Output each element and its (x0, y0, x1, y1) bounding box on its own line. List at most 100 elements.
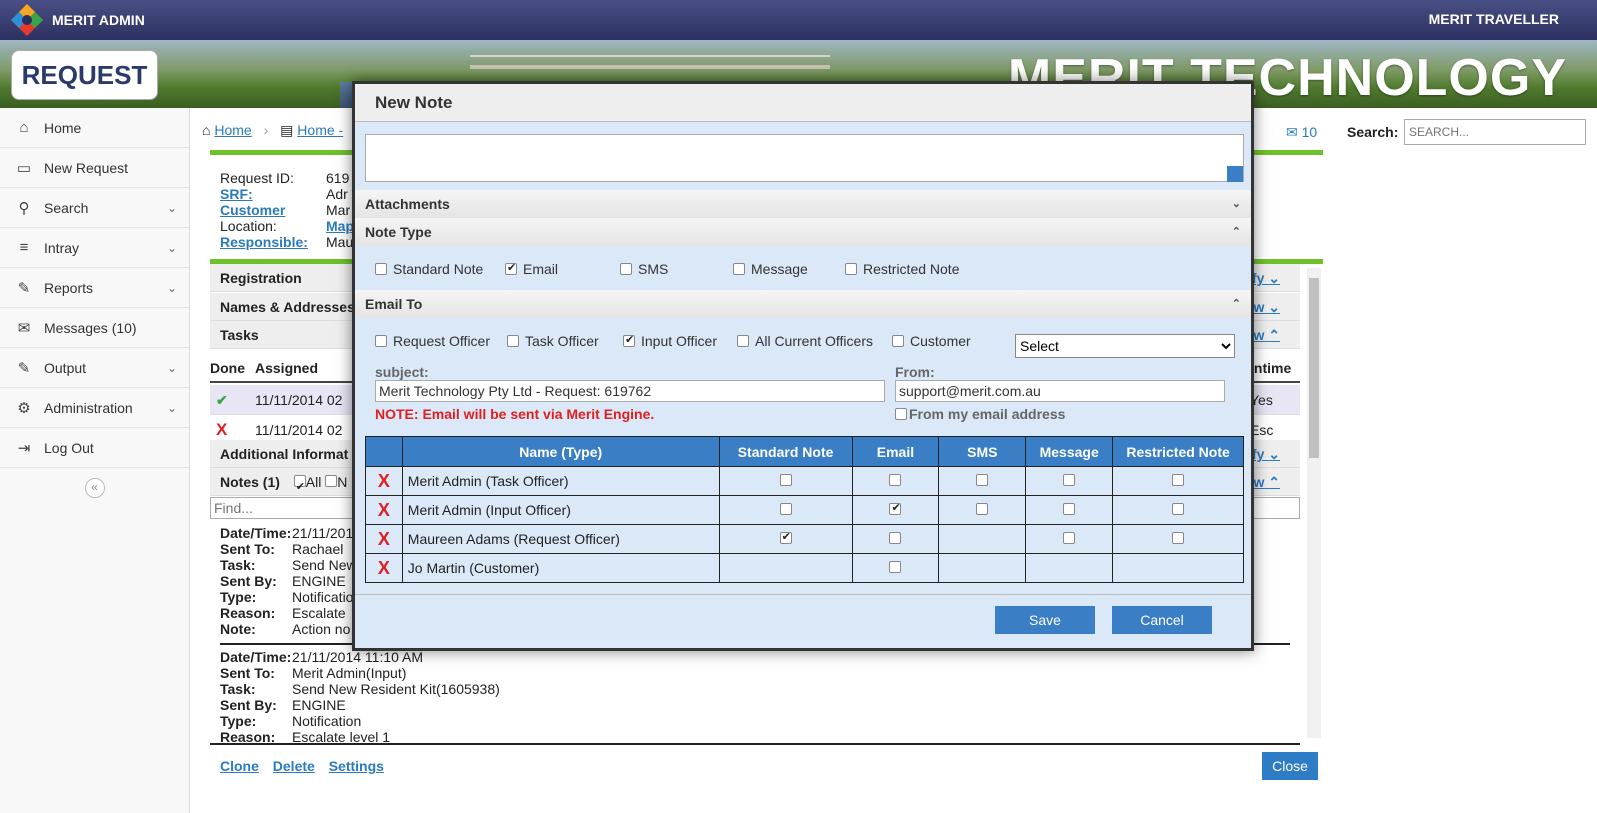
recipient-cell (938, 553, 1027, 583)
email-to-header[interactable]: Email To ⌃ (355, 290, 1251, 318)
chevron-up-icon: ⌃ (1231, 226, 1241, 238)
save-button[interactable]: Save (995, 606, 1095, 634)
recipient-cell (1025, 495, 1114, 525)
recipient-checkbox[interactable] (779, 503, 792, 515)
recipient-cell (718, 524, 853, 554)
checkbox-label: Request Officer (393, 333, 491, 349)
recipient-checkbox[interactable] (1063, 474, 1076, 486)
email-to-request-officer[interactable]: Request Officer (375, 333, 490, 349)
note-type-standard-note[interactable]: Standard Note (375, 261, 483, 277)
email-to-task-officer[interactable]: Task Officer (507, 333, 599, 349)
recipient-checkbox[interactable] (1063, 532, 1076, 544)
recipients-col-header: Restricted Note (1112, 436, 1244, 467)
recipient-name: Jo Martin (Customer) (401, 553, 720, 583)
email-to-input-officer[interactable]: Input Officer (623, 333, 717, 349)
note-type-restricted-note[interactable]: Restricted Note (845, 261, 959, 277)
checkbox-label: Standard Note (393, 261, 484, 277)
recipient-checkbox[interactable] (889, 501, 902, 515)
recipient-checkbox[interactable] (779, 530, 792, 544)
chevron-down-icon: ⌄ (1231, 198, 1241, 210)
checkbox[interactable] (375, 263, 387, 275)
modal-overlay: New Note Attachments ⌄ Note Type ⌃ Standar… (0, 0, 1597, 813)
checkbox-label: Restricted Note (863, 261, 960, 277)
note-type-message[interactable]: Message (733, 261, 808, 277)
checkbox[interactable] (845, 263, 857, 275)
recipient-checkbox[interactable] (976, 503, 989, 515)
recipient-checkbox[interactable] (779, 474, 792, 486)
note-type-title: Note Type (365, 224, 432, 240)
checkbox-label: Email (523, 261, 559, 277)
checkbox[interactable] (507, 335, 519, 347)
note-type-header[interactable]: Note Type ⌃ (355, 218, 1251, 246)
checkbox[interactable] (375, 335, 387, 347)
recipient-cell (718, 466, 853, 496)
recipient-cell (851, 553, 940, 583)
note-type-sms[interactable]: SMS (620, 261, 668, 277)
recipient-checkbox[interactable] (1172, 532, 1185, 544)
attachments-title: Attachments (365, 196, 450, 212)
checkbox-label: Message (751, 261, 808, 277)
subject-label: subject: (375, 364, 429, 380)
recipient-cell (1112, 553, 1244, 583)
from-mine-option[interactable]: From my email address (895, 406, 1065, 422)
email-to-title: Email To (365, 296, 423, 312)
recipient-checkbox[interactable] (889, 532, 902, 544)
recipient-cell (851, 495, 940, 525)
recipient-cell (1112, 466, 1244, 496)
officer-select[interactable]: Select (1015, 334, 1235, 358)
recipient-cell (718, 495, 853, 525)
subject-input[interactable] (375, 380, 885, 402)
table-row: X Maureen Adams (Request Officer) (365, 524, 1244, 554)
checkbox-label: SMS (638, 261, 669, 277)
modal-title: New Note (355, 84, 1251, 122)
from-mine-checkbox[interactable] (895, 408, 907, 420)
recipient-checkbox[interactable] (1172, 503, 1185, 515)
recipient-checkbox[interactable] (889, 561, 902, 573)
remove-recipient-icon[interactable]: X (365, 495, 403, 525)
recipient-cell (1112, 495, 1244, 525)
recipient-cell (1025, 524, 1114, 554)
email-to-customer[interactable]: Customer (892, 333, 971, 349)
recipients-col-header (365, 436, 403, 467)
recipient-cell (938, 524, 1027, 554)
recipient-cell (1025, 553, 1114, 583)
recipients-col-header: SMS (938, 436, 1027, 467)
cancel-button[interactable]: Cancel (1112, 606, 1212, 634)
checkbox[interactable] (620, 263, 632, 275)
recipient-checkbox[interactable] (976, 474, 989, 486)
from-input[interactable] (895, 380, 1225, 402)
recipients-col-header: Email (851, 436, 940, 467)
checkbox[interactable] (733, 263, 745, 275)
note-type-email[interactable]: Email (505, 261, 558, 277)
recipient-checkbox[interactable] (889, 474, 902, 486)
from-mine-label: From my email address (909, 406, 1066, 422)
recipient-cell (851, 524, 940, 554)
recipient-cell (718, 553, 853, 583)
checkbox[interactable] (737, 335, 749, 347)
table-row: X Merit Admin (Input Officer) (365, 495, 1244, 525)
checkbox-label: Input Officer (641, 333, 718, 349)
remove-recipient-icon[interactable]: X (365, 553, 403, 583)
recipient-cell (938, 495, 1027, 525)
remove-recipient-icon[interactable]: X (365, 466, 403, 496)
checkbox[interactable] (505, 261, 517, 275)
attachments-header[interactable]: Attachments ⌄ (355, 190, 1251, 218)
checkbox[interactable] (892, 335, 904, 347)
checkbox-label: All Current Officers (755, 333, 873, 349)
recipient-cell (1025, 466, 1114, 496)
table-row: X Jo Martin (Customer) (365, 553, 1244, 583)
recipient-checkbox[interactable] (1172, 474, 1185, 486)
recipient-cell (938, 466, 1027, 496)
note-text-input[interactable] (365, 134, 1244, 182)
recipients-col-header: Message (1025, 436, 1114, 467)
remove-recipient-icon[interactable]: X (365, 524, 403, 554)
resize-handle-icon[interactable] (1227, 166, 1243, 182)
recipients-table: Name (Type) Standard Note Email SMS Message R… (365, 436, 1244, 583)
from-label: From: (895, 364, 935, 380)
recipients-col-header: Name (Type) (401, 436, 720, 467)
recipient-checkbox[interactable] (1063, 503, 1076, 515)
checkbox[interactable] (623, 333, 635, 347)
email-warning: NOTE: Email will be sent via Merit Engin… (375, 406, 655, 422)
recipient-name: Merit Admin (Task Officer) (401, 466, 720, 496)
email-to-all-current-officers[interactable]: All Current Officers (737, 333, 873, 349)
